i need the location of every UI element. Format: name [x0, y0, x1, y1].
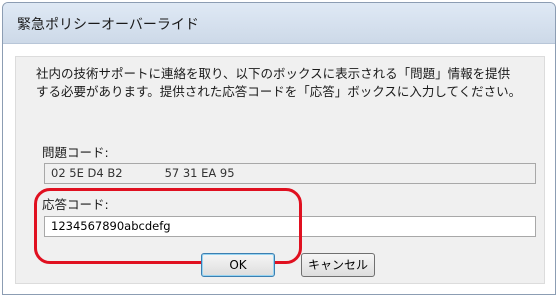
response-code-input[interactable]: 1234567890abcdefg	[44, 216, 536, 237]
title-bar[interactable]: 緊急ポリシーオーバーライド	[3, 3, 555, 44]
problem-code-label: 問題コード:	[42, 145, 109, 160]
problem-code-field: 02 5E D4 B2 57 31 EA 95	[44, 163, 536, 184]
instruction-message: 社内の技術サポートに連絡を取り、以下のボックスに表示される「問題」情報を提供 す…	[36, 65, 536, 101]
instruction-line-1: 社内の技術サポートに連絡を取り、以下のボックスに表示される「問題」情報を提供	[36, 66, 511, 81]
ok-button[interactable]: OK	[201, 253, 275, 277]
cancel-button[interactable]: キャンセル	[301, 253, 375, 277]
dialog-panel: 社内の技術サポートに連絡を取り、以下のボックスに表示される「問題」情報を提供 す…	[15, 56, 545, 284]
dialog-content: 社内の技術サポートに連絡を取り、以下のボックスに表示される「問題」情報を提供 す…	[3, 44, 555, 294]
problem-code-part-2: 57 31 EA 95	[164, 166, 235, 180]
response-code-label: 応答コード:	[42, 197, 109, 212]
policy-override-dialog: 緊急ポリシーオーバーライド 社内の技術サポートに連絡を取り、以下のボックスに表示…	[2, 2, 556, 295]
window-title: 緊急ポリシーオーバーライド	[17, 17, 199, 33]
problem-code-part-1: 02 5E D4 B2	[51, 166, 123, 180]
instruction-line-2: する必要があります。提供された応答コードを「応答」ボックスに入力してください。	[36, 84, 522, 99]
